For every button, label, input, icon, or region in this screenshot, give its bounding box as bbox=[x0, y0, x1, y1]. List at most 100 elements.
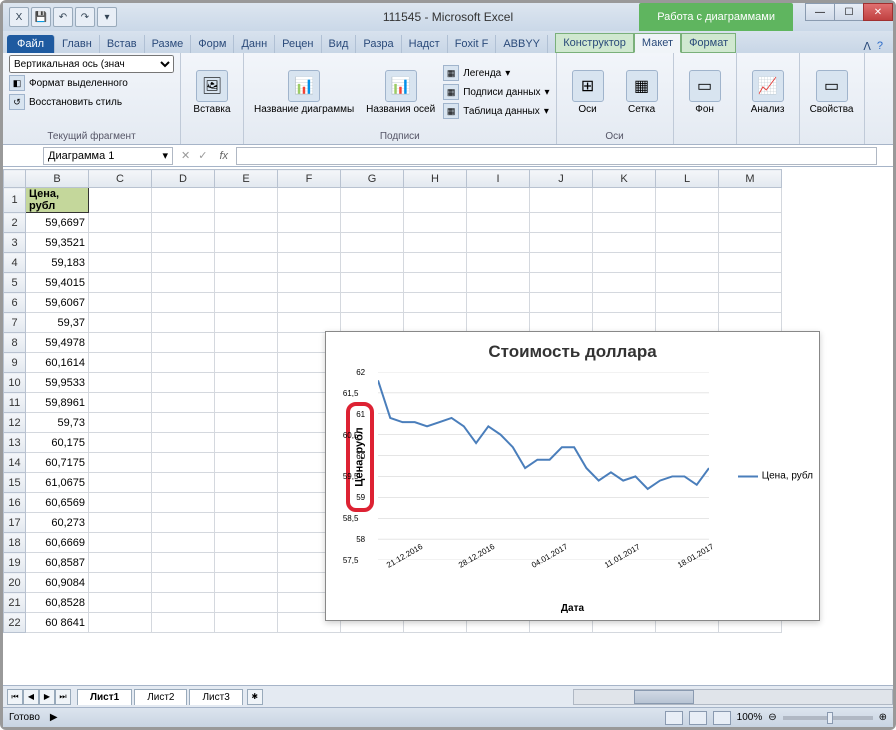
window-title: 111545 - Microsoft Excel bbox=[383, 10, 513, 24]
format-selection-button[interactable]: ◧Формат выделенного bbox=[9, 74, 174, 92]
namebox-dropdown-icon[interactable]: ▾ bbox=[162, 149, 168, 162]
x-axis-title[interactable]: Дата bbox=[561, 603, 584, 614]
format-selection-icon: ◧ bbox=[9, 75, 25, 91]
chart-element-selector[interactable]: Вертикальная ось (знач bbox=[9, 55, 174, 73]
close-button[interactable]: ✕ bbox=[863, 3, 893, 21]
gridlines-button[interactable]: ▦Сетка bbox=[617, 68, 667, 117]
fx-label[interactable]: fx bbox=[211, 150, 236, 162]
horizontal-scrollbar[interactable] bbox=[573, 689, 893, 705]
axes-icon: ⊞ bbox=[572, 70, 604, 102]
ribbon-tabs: Файл Главн Встав Разме Форм Данн Рецен В… bbox=[3, 31, 893, 53]
group-current-selection: Вертикальная ось (знач ◧Формат выделенно… bbox=[3, 53, 181, 144]
cancel-icon[interactable]: ✕ bbox=[177, 149, 194, 162]
data-labels-button[interactable]: ▦Подписи данных ▾ bbox=[443, 83, 549, 101]
data-table-button[interactable]: ▦Таблица данных ▾ bbox=[443, 102, 549, 120]
legend-button[interactable]: ▦Легенда ▾ bbox=[443, 64, 549, 82]
enter-icon[interactable]: ✓ bbox=[194, 149, 211, 162]
properties-button[interactable]: ▭Свойства bbox=[806, 68, 858, 117]
group-background: ▭Фон bbox=[674, 53, 737, 144]
chart-title[interactable]: Стоимость доллара bbox=[326, 332, 819, 366]
axis-titles-button[interactable]: 📊Названия осей bbox=[362, 68, 439, 117]
sheet-tab-bar: ⏮ ◀ ▶ ⏭ Лист1 Лист2 Лист3 ✱ bbox=[3, 685, 893, 707]
chart-title-button[interactable]: 📊Название диаграммы bbox=[250, 68, 358, 117]
sheet-nav-prev[interactable]: ◀ bbox=[23, 689, 39, 705]
sheet-nav-first[interactable]: ⏮ bbox=[7, 689, 23, 705]
legend-icon: ▦ bbox=[443, 65, 459, 81]
analysis-button[interactable]: 📈Анализ bbox=[743, 68, 793, 117]
axes-button[interactable]: ⊞Оси bbox=[563, 68, 613, 117]
zoom-out-button[interactable]: ⊖ bbox=[768, 712, 776, 723]
sheet-nav-last[interactable]: ⏭ bbox=[55, 689, 71, 705]
group-analysis: 📈Анализ bbox=[737, 53, 800, 144]
tab-chart-format[interactable]: Формат bbox=[681, 33, 736, 53]
group-axes: ⊞Оси ▦Сетка Оси bbox=[557, 53, 674, 144]
name-box[interactable]: Диаграмма 1▾ bbox=[43, 147, 173, 165]
formula-bar: Диаграмма 1▾ ✕ ✓ fx bbox=[3, 145, 893, 167]
tab-chart-design[interactable]: Конструктор bbox=[555, 33, 634, 53]
reset-style-icon: ↺ bbox=[9, 94, 25, 110]
title-bar: X 💾 ↶ ↷ ▾ 111545 - Microsoft Excel Работ… bbox=[3, 3, 893, 31]
properties-icon: ▭ bbox=[816, 70, 848, 102]
window-controls: — ☐ ✕ bbox=[806, 3, 893, 21]
pagelayout-view-button[interactable] bbox=[689, 711, 707, 725]
normal-view-button[interactable] bbox=[665, 711, 683, 725]
analysis-icon: 📈 bbox=[752, 70, 784, 102]
zoom-slider[interactable] bbox=[783, 716, 873, 720]
tab-developer[interactable]: Разра bbox=[356, 35, 401, 53]
status-bar: Готово ▶ 100% ⊖ ⊕ bbox=[3, 707, 893, 727]
tab-data[interactable]: Данн bbox=[234, 35, 275, 53]
chart-title-icon: 📊 bbox=[288, 70, 320, 102]
background-button[interactable]: ▭Фон bbox=[680, 68, 730, 117]
maximize-button[interactable]: ☐ bbox=[834, 3, 864, 21]
qat-redo-icon[interactable]: ↷ bbox=[75, 7, 95, 27]
tab-pagelayout[interactable]: Разме bbox=[145, 35, 192, 53]
tab-insert[interactable]: Встав bbox=[100, 35, 145, 53]
sheet-tab-1[interactable]: Лист1 bbox=[77, 689, 132, 705]
data-labels-icon: ▦ bbox=[443, 84, 459, 100]
background-icon: ▭ bbox=[689, 70, 721, 102]
scrollbar-thumb[interactable] bbox=[634, 690, 694, 704]
sheet-tab-2[interactable]: Лист2 bbox=[134, 689, 187, 705]
tab-review[interactable]: Рецен bbox=[275, 35, 321, 53]
legend-swatch bbox=[738, 475, 758, 477]
new-sheet-button[interactable]: ✱ bbox=[247, 689, 263, 705]
minimize-button[interactable]: — bbox=[805, 3, 835, 21]
excel-icon[interactable]: X bbox=[9, 7, 29, 27]
tab-foxit[interactable]: Foxit F bbox=[448, 35, 497, 53]
reset-style-button[interactable]: ↺Восстановить стиль bbox=[9, 93, 174, 111]
status-text: Готово bbox=[9, 712, 40, 723]
x-axis-ticks: 21.12.201628.12.201604.01.201711.01.2017… bbox=[378, 562, 709, 598]
minimize-ribbon-icon[interactable]: ᐱ bbox=[863, 40, 871, 53]
pagebreak-view-button[interactable] bbox=[713, 711, 731, 725]
sheet-tab-3[interactable]: Лист3 bbox=[189, 689, 242, 705]
plot-area[interactable] bbox=[378, 372, 709, 560]
tab-addins[interactable]: Надст bbox=[402, 35, 448, 53]
qat-save-icon[interactable]: 💾 bbox=[31, 7, 51, 27]
sheet-nav-next[interactable]: ▶ bbox=[39, 689, 55, 705]
qat-undo-icon[interactable]: ↶ bbox=[53, 7, 73, 27]
group-labels: 📊Название диаграммы 📊Названия осей ▦Леге… bbox=[244, 53, 557, 144]
group-properties: ▭Свойства bbox=[800, 53, 865, 144]
chart-tools-context: Работа с диаграммами bbox=[639, 3, 793, 31]
zoom-in-button[interactable]: ⊕ bbox=[879, 712, 887, 723]
help-icon[interactable]: ? bbox=[877, 40, 883, 53]
data-table-icon: ▦ bbox=[443, 103, 459, 119]
macro-record-icon[interactable]: ▶ bbox=[50, 712, 58, 723]
tab-formulas[interactable]: Форм bbox=[191, 35, 234, 53]
embedded-chart[interactable]: Стоимость доллара Цена, рубл 6261,56160,… bbox=[325, 331, 820, 621]
tab-abbyy[interactable]: ABBYY bbox=[496, 35, 548, 53]
group-insert: 🖼Вставка bbox=[181, 53, 244, 144]
tab-file[interactable]: Файл bbox=[7, 35, 55, 53]
insert-button[interactable]: 🖼Вставка bbox=[187, 68, 237, 117]
qat-dropdown-icon[interactable]: ▾ bbox=[97, 7, 117, 27]
tab-chart-layout[interactable]: Макет bbox=[634, 33, 681, 53]
tab-home[interactable]: Главн bbox=[55, 35, 100, 53]
tab-view[interactable]: Вид bbox=[322, 35, 357, 53]
axis-titles-icon: 📊 bbox=[385, 70, 417, 102]
chart-legend[interactable]: Цена, рубл bbox=[738, 471, 813, 482]
ribbon: Вертикальная ось (знач ◧Формат выделенно… bbox=[3, 53, 893, 145]
zoom-level[interactable]: 100% bbox=[737, 712, 763, 723]
picture-icon: 🖼 bbox=[196, 70, 228, 102]
gridlines-icon: ▦ bbox=[626, 70, 658, 102]
formula-input[interactable] bbox=[236, 147, 877, 165]
